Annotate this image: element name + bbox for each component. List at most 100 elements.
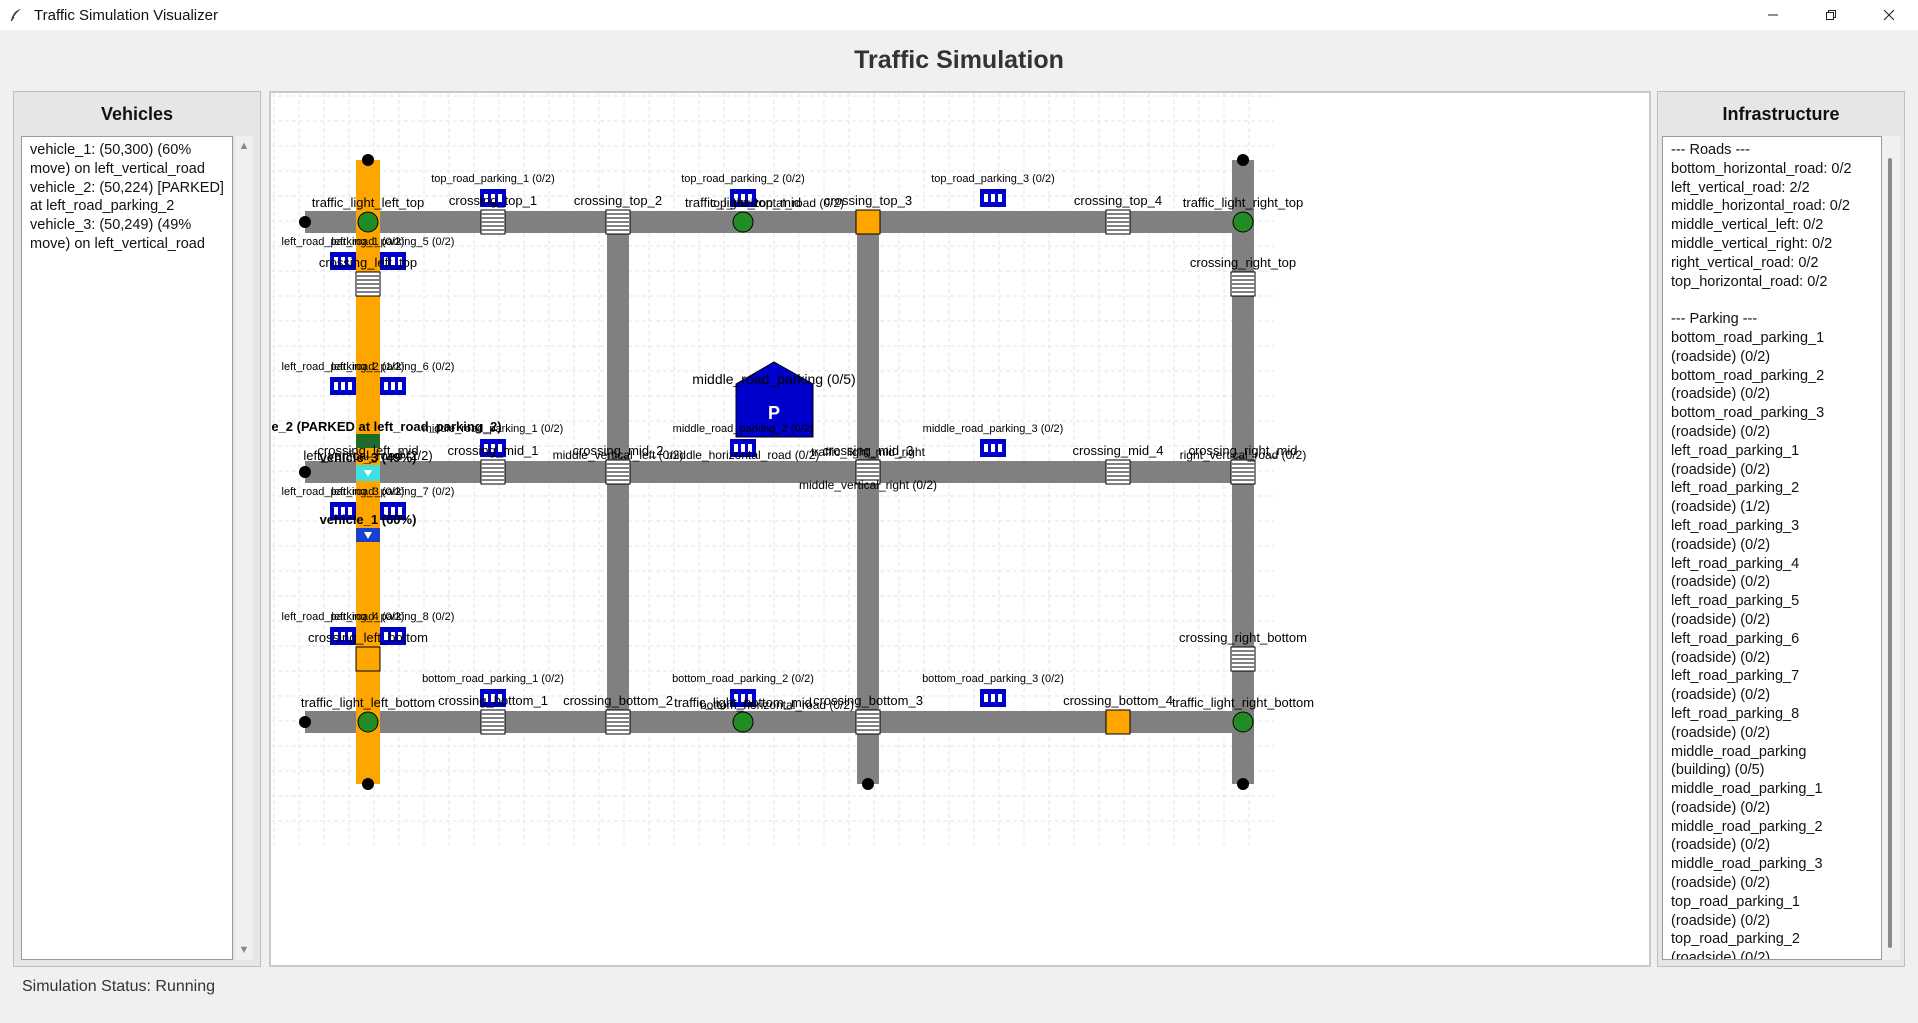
infrastructure-list-line[interactable]: left_vertical_road: 2/2 (1663, 179, 1881, 198)
infrastructure-list-line[interactable]: middle_vertical_left: 0/2 (1663, 216, 1881, 235)
infrastructure-list-line[interactable]: (building) (0/5) (1663, 761, 1881, 780)
orange-signal-box (355, 646, 381, 672)
map-label: crossing_mid_3 (822, 443, 913, 458)
infrastructure-list-line[interactable]: --- Parking --- (1663, 310, 1881, 329)
infrastructure-list-line[interactable]: top_road_parking_1 (1663, 893, 1881, 912)
infrastructure-list-line[interactable]: (roadside) (0/2) (1663, 686, 1881, 705)
road-end-node (862, 778, 874, 790)
infrastructure-list-line[interactable]: (roadside) (0/2) (1663, 649, 1881, 668)
infrastructure-list-line[interactable]: --- Roads --- (1663, 141, 1881, 160)
infrastructure-list-line[interactable]: left_road_parking_4 (1663, 555, 1881, 574)
infrastructure-list-line[interactable]: bottom_road_parking_2 (1663, 367, 1881, 386)
map-label: crossing_bottom_2 (563, 693, 673, 708)
map-label: top_road_parking_1 (0/2) (431, 173, 555, 185)
infrastructure-list-line[interactable]: top_road_parking_2 (1663, 930, 1881, 949)
map-label: crossing_top_4 (1074, 193, 1162, 208)
infrastructure-list-line[interactable]: bottom_road_parking_3 (1663, 404, 1881, 423)
infrastructure-list-line[interactable]: (roadside) (0/2) (1663, 348, 1881, 367)
infrastructure-list-line[interactable]: (roadside) (0/2) (1663, 836, 1881, 855)
infrastructure-list-line[interactable]: (roadside) (0/2) (1663, 536, 1881, 555)
infrastructure-list-line[interactable]: left_road_parking_6 (1663, 630, 1881, 649)
close-button[interactable] (1860, 0, 1918, 30)
infrastructure-list-line[interactable]: (roadside) (0/2) (1663, 949, 1881, 959)
infrastructure-listbox[interactable]: --- Roads --- bottom_horizontal_road: 0/2… (1662, 136, 1882, 960)
infrastructure-list-line[interactable]: middle_vertical_right: 0/2 (1663, 235, 1881, 254)
app-header: Traffic Simulation (0, 30, 1918, 90)
restore-button[interactable] (1802, 0, 1860, 30)
page-title: Traffic Simulation (854, 45, 1064, 74)
scroll-down-arrow-icon[interactable]: ▼ (235, 944, 253, 956)
vehicles-panel-title: Vehicles (100, 104, 174, 124)
vehicle-list-line[interactable]: move) on left_vertical_road (22, 160, 232, 179)
infrastructure-list-line[interactable]: left_road_parking_8 (1663, 705, 1881, 724)
infrastructure-list-line[interactable]: (roadside) (0/2) (1663, 461, 1881, 480)
infrastructure-list-line[interactable]: right_vertical_road: 0/2 (1663, 254, 1881, 273)
bottom-horizontal-road (305, 711, 1243, 733)
infrastructure-list-line[interactable]: (roadside) (0/2) (1663, 611, 1881, 630)
parking-icon (980, 189, 1006, 207)
road-end-node (1237, 154, 1249, 166)
infrastructure-list-line[interactable]: (roadside) (0/2) (1663, 724, 1881, 743)
map-label: bottom_road_parking_1 (0/2) (422, 673, 564, 685)
infrastructure-list-line[interactable]: (roadside) (0/2) (1663, 385, 1881, 404)
map-label: crossing_right_bottom (1179, 630, 1307, 645)
vehicle-list-line[interactable]: vehicle_3: (50,249) (49% (22, 216, 232, 235)
simulation-status: Simulation Status: Running (22, 978, 215, 995)
infrastructure-list-line[interactable]: middle_road_parking_1 (1663, 780, 1881, 799)
vehicles-listbox[interactable]: vehicle_1: (50,300) (60% move) on left_ve… (21, 136, 233, 960)
infrastructure-list-line[interactable]: (roadside) (0/2) (1663, 573, 1881, 592)
infrastructure-list-line[interactable]: bottom_horizontal_road: 0/2 (1663, 160, 1881, 179)
road-end-node (362, 778, 374, 790)
parking-icon (380, 377, 406, 395)
infrastructure-list-line[interactable]: left_road_parking_3 (1663, 517, 1881, 536)
infrastructure-list-line[interactable]: left_road_parking_2 (1663, 479, 1881, 498)
vehicle-list-line[interactable]: vehicle_1: (50,300) (60% (22, 141, 232, 160)
top-horizontal-road (305, 211, 1243, 233)
simulation-canvas[interactable]: Pmiddle_road_parking (0/5) traffic_light_… (234, 91, 1651, 967)
parking-icon-slot (398, 382, 402, 390)
scrollbar-thumb[interactable] (1888, 158, 1892, 948)
road-end-node (299, 466, 311, 478)
infrastructure-list-line[interactable]: middle_horizontal_road: 0/2 (1663, 197, 1881, 216)
map-label: middle_horizontal_road (0/2) (667, 448, 820, 462)
map-label: left_road_parking_5 (0/2) (332, 236, 455, 248)
infrastructure-list-line[interactable]: (roadside) (1/2) (1663, 498, 1881, 517)
map-label: traffic_light_left_bottom (301, 695, 435, 710)
infrastructure-list-line[interactable]: bottom_road_parking_1 (1663, 329, 1881, 348)
map-label: crossing_top_1 (449, 193, 537, 208)
infrastructure-list-line[interactable]: left_road_parking_1 (1663, 442, 1881, 461)
vehicle-list-line[interactable]: move) on left_vertical_road (22, 235, 232, 254)
parking-icon (980, 439, 1006, 457)
infrastructure-list-line[interactable]: middle_road_parking_2 (1663, 818, 1881, 837)
infrastructure-scrollbar[interactable] (1882, 136, 1900, 960)
minimize-icon (1768, 14, 1778, 16)
scroll-up-arrow-icon[interactable]: ▲ (235, 140, 253, 152)
map-label: middle_vertical_right (0/2) (799, 478, 937, 492)
infrastructure-list-line[interactable]: middle_road_parking (1663, 743, 1881, 762)
infrastructure-list-line[interactable] (1663, 291, 1881, 310)
minimize-button[interactable] (1744, 0, 1802, 30)
orange-signal-box (855, 209, 881, 235)
infrastructure-list-line[interactable]: top_horizontal_road: 0/2 (1663, 273, 1881, 292)
infrastructure-list-line[interactable]: (roadside) (0/2) (1663, 874, 1881, 893)
parking-icon (330, 377, 356, 395)
infrastructure-list-line[interactable]: (roadside) (0/2) (1663, 912, 1881, 931)
traffic-light-green (732, 711, 754, 733)
vehicle-list-line[interactable]: vehicle_2: (50,224) [PARKED] (22, 179, 232, 198)
vehicles-scrollbar[interactable]: ▲ ▼ (235, 136, 253, 960)
road-end-node (1237, 778, 1249, 790)
parking-icon (980, 689, 1006, 707)
map-label: bottom_road_parking_2 (0/2) (672, 673, 814, 685)
infrastructure-list-line[interactable]: left_road_parking_5 (1663, 592, 1881, 611)
infrastructure-list-line[interactable]: left_road_parking_7 (1663, 667, 1881, 686)
infrastructure-list-line[interactable]: middle_road_parking_3 (1663, 855, 1881, 874)
map-label: left_road_parking_8 (0/2) (332, 611, 455, 623)
parking-icon-slot (998, 194, 1002, 202)
map-label: traffic_light_left_top (312, 195, 425, 210)
vehicle-list-line[interactable]: at left_road_parking_2 (22, 197, 232, 216)
infrastructure-list-line[interactable]: (roadside) (0/2) (1663, 799, 1881, 818)
infrastructure-list-line[interactable]: (roadside) (0/2) (1663, 423, 1881, 442)
map-label: crossing_left_bottom (308, 630, 428, 645)
map-label: top_road_parking_2 (0/2) (681, 173, 805, 185)
parking-icon-slot (998, 444, 1002, 452)
